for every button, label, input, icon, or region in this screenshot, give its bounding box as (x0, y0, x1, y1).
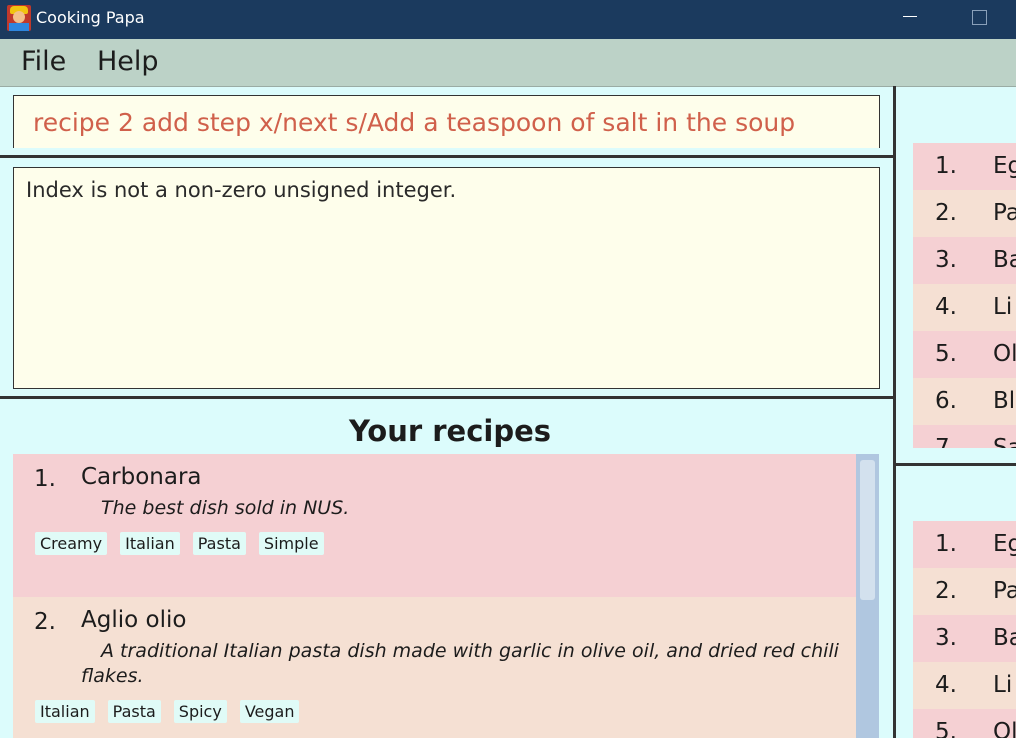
scrollbar-thumb[interactable] (860, 460, 875, 600)
row-index: 6. (935, 388, 957, 414)
row-text: Sa (993, 435, 1016, 448)
list-item[interactable]: 5. Ol (913, 331, 1016, 378)
tag-list: Creamy Italian Pasta Simple (35, 532, 324, 555)
command-input[interactable]: recipe 2 add step x/next s/Add a teaspoo… (33, 108, 795, 137)
recipe-description: A traditional Italian pasta dish made wi… (81, 640, 839, 687)
recipe-description: The best dish sold in NUS. (101, 497, 350, 519)
list-item[interactable]: 4. Li (913, 662, 1016, 709)
ingredient-list[interactable]: 1. Eg 2. Pa 3. Ba 4. Li 5. Ol 6. Bl 7. Sa (913, 143, 1016, 448)
row-text: Li (993, 294, 1013, 320)
window-title: Cooking Papa (36, 8, 145, 27)
scrollbar[interactable] (856, 454, 879, 738)
list-item[interactable]: 1. Carbonara The best dish sold in NUS. … (13, 454, 856, 597)
divider (896, 463, 1016, 466)
list-item[interactable]: 7. Sa (913, 425, 1016, 448)
row-text: Ol (993, 719, 1016, 738)
tag: Italian (35, 700, 95, 723)
maximize-icon[interactable] (956, 0, 1002, 39)
row-index: 3. (935, 247, 957, 273)
command-box[interactable]: recipe 2 add step x/next s/Add a teaspoo… (13, 95, 880, 148)
divider (0, 86, 1016, 87)
list-item[interactable]: 2. Aglio olio A traditional Italian past… (13, 597, 856, 738)
row-index: 7. (935, 435, 957, 448)
list-item[interactable]: 6. Bl (913, 378, 1016, 425)
row-index: 4. (935, 672, 957, 698)
tag: Italian (120, 532, 180, 555)
list-item[interactable]: 3. Ba (913, 615, 1016, 662)
tag-list: Italian Pasta Spicy Vegan (35, 700, 300, 723)
row-text: Li (993, 672, 1013, 698)
list-item[interactable]: 1. Eg (913, 521, 1016, 568)
row-index: 3. (935, 625, 957, 651)
divider (0, 155, 896, 158)
tag: Pasta (107, 700, 161, 723)
menu-bar: File Help (0, 39, 1016, 86)
row-text: Pa (993, 578, 1016, 604)
recipe-name: Aglio olio (81, 607, 187, 633)
list-item[interactable]: 3. Ba (913, 237, 1016, 284)
minimize-icon[interactable] (886, 0, 932, 39)
list-item[interactable]: 1. Eg (913, 143, 1016, 190)
recipe-index: 2. (34, 609, 56, 635)
list-item[interactable]: 2. Pa (913, 568, 1016, 615)
app-logo-icon (7, 5, 31, 31)
result-message: Index is not a non-zero unsigned integer… (26, 178, 457, 202)
row-index: 5. (935, 719, 957, 738)
row-text: Eg (993, 153, 1016, 179)
row-index: 2. (935, 200, 957, 226)
recipe-list[interactable]: 1. Carbonara The best dish sold in NUS. … (13, 454, 879, 738)
tag: Vegan (239, 700, 300, 723)
row-index: 4. (935, 294, 957, 320)
recipe-index: 1. (34, 466, 56, 492)
ingredient-list[interactable]: 1. Eg 2. Pa 3. Ba 4. Li 5. Ol (913, 521, 1016, 738)
row-text: Pa (993, 200, 1016, 226)
row-text: Eg (993, 531, 1016, 557)
row-text: Ba (993, 247, 1016, 273)
recipe-name: Carbonara (81, 464, 202, 490)
title-bar: Cooking Papa (0, 0, 1016, 39)
tag: Simple (258, 532, 324, 555)
divider (893, 86, 896, 738)
menu-file[interactable]: File (21, 46, 66, 77)
divider (0, 396, 896, 399)
row-text: Ba (993, 625, 1016, 651)
tag: Creamy (35, 532, 108, 555)
tag: Spicy (173, 700, 227, 723)
row-index: 1. (935, 153, 957, 179)
row-text: Ol (993, 341, 1016, 367)
row-index: 2. (935, 578, 957, 604)
list-item[interactable]: 2. Pa (913, 190, 1016, 237)
row-index: 5. (935, 341, 957, 367)
row-index: 1. (935, 531, 957, 557)
row-text: Bl (993, 388, 1016, 414)
list-item[interactable]: 5. Ol (913, 709, 1016, 738)
menu-help[interactable]: Help (97, 46, 159, 77)
result-display: Index is not a non-zero unsigned integer… (13, 167, 880, 389)
recipes-heading: Your recipes (348, 414, 552, 448)
tag: Pasta (192, 532, 246, 555)
list-item[interactable]: 4. Li (913, 284, 1016, 331)
